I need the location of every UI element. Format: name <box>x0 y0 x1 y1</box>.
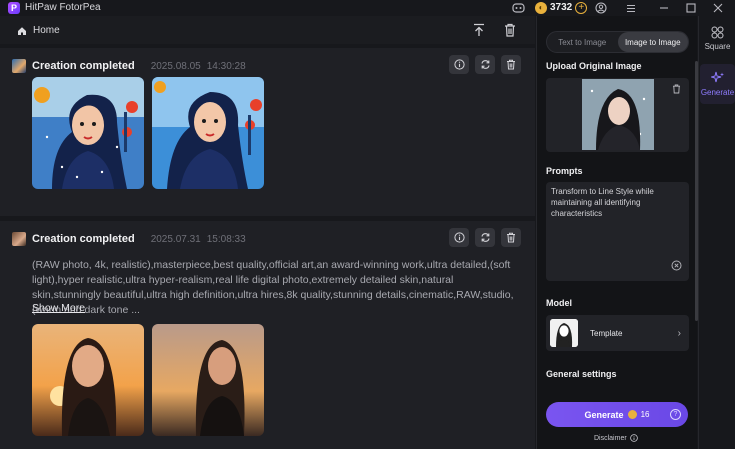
model-name: Template <box>590 328 623 338</box>
home-icon <box>18 26 26 35</box>
source-thumbnail <box>12 59 26 73</box>
coin-icon <box>627 410 637 419</box>
regenerate-icon[interactable] <box>475 228 495 247</box>
rail-item-square[interactable]: Square <box>699 26 735 51</box>
result-image[interactable] <box>152 324 264 436</box>
card-actions <box>449 228 521 247</box>
sparkle-icon <box>710 71 724 83</box>
model-thumbnail <box>550 319 578 347</box>
user-icon[interactable] <box>594 1 608 15</box>
delete-all-icon[interactable] <box>502 22 518 38</box>
model-selector[interactable]: Template › <box>546 315 689 351</box>
mode-tabs: Text to Image Image to Image <box>546 31 689 53</box>
generate-label: Generate <box>584 409 624 420</box>
result-image[interactable] <box>32 77 144 189</box>
menu-icon[interactable] <box>624 1 638 15</box>
regenerate-icon[interactable] <box>475 55 495 74</box>
show-more-link[interactable]: Show More <box>32 302 85 314</box>
close-icon[interactable] <box>711 1 725 15</box>
disclaimer-label: Disclaimer <box>594 434 627 442</box>
card-header: Creation completed 2025.08.05 14:30:28 <box>12 59 246 73</box>
prompt-input[interactable]: Transform to Line Style while maintainin… <box>546 182 689 281</box>
card-title: Creation completed <box>32 233 135 245</box>
info-icon[interactable] <box>449 228 469 247</box>
credits-value: 3732 <box>550 2 573 13</box>
home-breadcrumb[interactable]: Home <box>17 25 60 36</box>
scroll-to-top-icon[interactable] <box>471 22 487 38</box>
generate-panel: Text to Image Image to Image Upload Orig… <box>536 16 698 449</box>
title-bar: P HitPaw FotorPea ◐ 3732 + <box>0 0 735 16</box>
delete-icon[interactable] <box>501 228 521 247</box>
app-title: HitPaw FotorPea <box>25 2 101 13</box>
top-bar: Home <box>0 16 535 44</box>
remove-image-icon[interactable] <box>672 84 681 97</box>
disclaimer-link[interactable]: Disclaimer <box>594 434 638 442</box>
card-date: 2025.08.05 <box>150 60 201 72</box>
result-image[interactable] <box>32 324 144 436</box>
creation-card: Creation completed 2025.07.31 15:08:33 (… <box>0 221 535 449</box>
tab-text-to-image[interactable]: Text to Image <box>547 32 618 52</box>
minimize-icon[interactable] <box>657 1 671 15</box>
creation-feed[interactable]: Creation completed 2025.08.05 14:30:28 C… <box>0 44 535 449</box>
info-icon[interactable] <box>449 55 469 74</box>
result-images <box>32 77 264 189</box>
card-title: Creation completed <box>32 60 135 72</box>
help-icon[interactable]: ? <box>670 409 681 420</box>
uploaded-image[interactable] <box>582 79 654 150</box>
source-thumbnail <box>12 232 26 246</box>
general-settings-title[interactable]: General settings <box>546 369 617 379</box>
upload-title: Upload Original Image <box>546 61 642 71</box>
card-date: 2025.07.31 <box>150 233 201 245</box>
card-actions <box>449 55 521 74</box>
side-rail: Square Generate <box>698 16 735 449</box>
home-label: Home <box>33 25 60 36</box>
card-time: 14:30:28 <box>206 60 246 72</box>
prompt-value: Transform to Line Style while maintainin… <box>551 187 654 218</box>
chevron-right-icon: › <box>677 327 681 339</box>
coin-icon: ◐ <box>535 1 547 14</box>
tab-image-to-image[interactable]: Image to Image <box>617 32 688 52</box>
card-time: 15:08:33 <box>206 233 246 245</box>
plus-icon[interactable]: + <box>575 1 588 14</box>
credits-balance[interactable]: ◐ 3732 + <box>535 0 588 15</box>
generate-cost: 16 <box>640 410 650 419</box>
info-icon <box>629 434 638 442</box>
prompt-text: (RAW photo, 4k, realistic),masterpiece,b… <box>32 259 514 316</box>
result-image[interactable] <box>152 77 264 189</box>
rail-generate-label: Generate <box>700 88 735 97</box>
square-grid-icon <box>711 26 724 39</box>
discord-icon[interactable] <box>511 1 525 15</box>
clear-prompt-icon[interactable] <box>671 260 682 274</box>
prompts-title: Prompts <box>546 166 583 176</box>
rail-square-label: Square <box>704 42 731 51</box>
creation-card: Creation completed 2025.08.05 14:30:28 <box>0 48 535 216</box>
upload-area[interactable] <box>546 78 689 152</box>
delete-icon[interactable] <box>501 55 521 74</box>
result-images <box>32 324 264 436</box>
app-logo: P <box>8 2 20 14</box>
generate-button[interactable]: Generate 16 ? <box>546 402 688 427</box>
main-area: Home Creation completed 2025.08.05 14:30… <box>0 16 535 449</box>
maximize-icon[interactable] <box>684 1 698 15</box>
rail-item-generate[interactable]: Generate <box>699 71 735 97</box>
model-title: Model <box>546 298 572 308</box>
card-header: Creation completed 2025.07.31 15:08:33 <box>12 232 246 246</box>
